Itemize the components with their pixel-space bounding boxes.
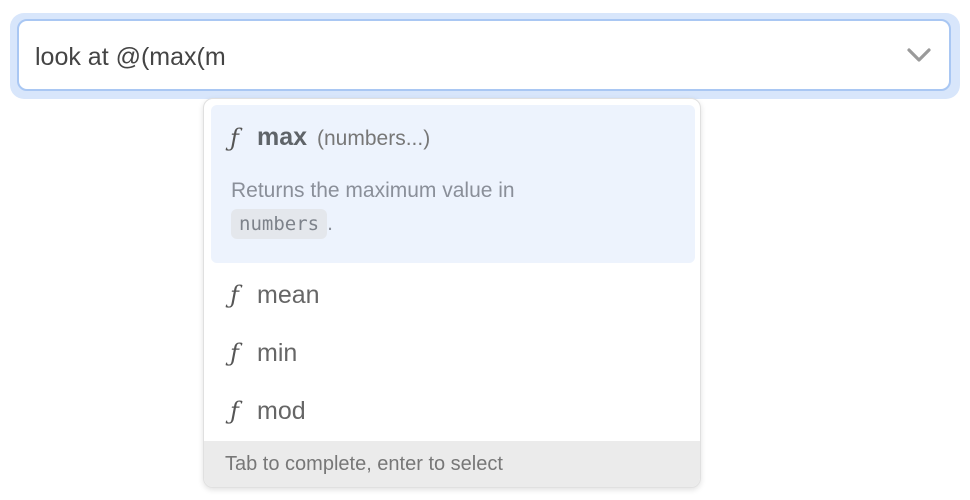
completion-item-label: min	[257, 339, 298, 367]
function-icon: ƒ	[230, 281, 239, 309]
function-icon: ƒ	[230, 397, 239, 425]
function-icon: ƒ	[230, 124, 239, 152]
completion-item-mod[interactable]: ƒ mod	[204, 383, 700, 441]
completion-item-mean[interactable]: ƒ mean	[204, 267, 700, 325]
completion-item-signature: (numbers...)	[317, 127, 431, 150]
completion-item-name: max	[257, 123, 308, 151]
completion-item-max[interactable]: ƒ max (numbers...) Returns the maximum v…	[211, 105, 695, 263]
description-code: numbers	[231, 209, 328, 239]
expression-input-value[interactable]: look at @(max(m	[35, 41, 226, 73]
dropdown-hint: Tab to complete, enter to select	[225, 453, 503, 475]
description-suffix: .	[327, 212, 333, 235]
autocomplete-widget: look at @(max(m ƒ max (numbers...) Retur…	[0, 0, 970, 500]
function-icon: ƒ	[230, 339, 239, 367]
completion-dropdown: ƒ max (numbers...) Returns the maximum v…	[203, 98, 701, 488]
description-text: Returns the maximum value in	[231, 179, 515, 202]
chevron-down-icon[interactable]	[905, 43, 933, 67]
expression-input[interactable]: look at @(max(m	[17, 19, 951, 91]
completion-item-min[interactable]: ƒ min	[204, 325, 700, 383]
completion-item-label: mean	[257, 281, 320, 309]
completion-item-label: mod	[257, 397, 306, 425]
dropdown-footer: Tab to complete, enter to select	[204, 441, 700, 487]
completion-item-description: Returns the maximum value in numbers.	[231, 177, 671, 239]
